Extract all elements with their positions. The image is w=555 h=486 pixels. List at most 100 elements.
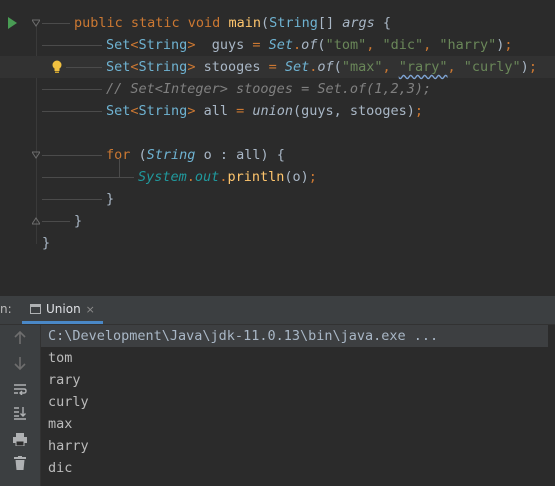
code-text: } bbox=[42, 232, 50, 254]
code-token: ) bbox=[520, 59, 529, 75]
code-token: > bbox=[187, 59, 204, 75]
code-token: "tom" bbox=[325, 37, 367, 53]
code-text: // Set<Integer> stooges = Set.of(1,2,3); bbox=[106, 78, 431, 100]
code-token: Set bbox=[106, 103, 131, 119]
lightbulb-icon[interactable] bbox=[51, 60, 63, 74]
code-token: union bbox=[252, 103, 293, 119]
code-line-guys[interactable]: Set<String> guys = Set.of("tom", "dic", … bbox=[0, 34, 555, 56]
code-token: out bbox=[194, 169, 220, 185]
code-text: Set<String> all = union(guys, stooges); bbox=[106, 100, 423, 122]
code-line-stooges[interactable]: Set<String> stooges = Set.of("max", "rar… bbox=[0, 56, 555, 78]
code-token: , bbox=[366, 37, 383, 53]
code-token: System bbox=[138, 169, 187, 185]
fold-icon[interactable] bbox=[32, 19, 40, 27]
code-line-all[interactable]: Set<String> all = union(guys, stooges); bbox=[0, 100, 555, 122]
code-token: (guys, stooges) bbox=[293, 103, 415, 119]
console-output-line: harry bbox=[48, 438, 89, 454]
tab-union[interactable]: Union × bbox=[22, 297, 103, 324]
code-token: [] bbox=[317, 15, 343, 31]
code-token: o : all) { bbox=[195, 147, 285, 163]
code-token: String bbox=[146, 147, 196, 163]
code-token: , bbox=[423, 37, 440, 53]
code-token: "max" bbox=[341, 59, 383, 75]
code-line-comment[interactable]: // Set<Integer> stooges = Set.of(1,2,3); bbox=[0, 78, 555, 100]
code-token: of bbox=[317, 59, 334, 75]
code-text: } bbox=[74, 210, 82, 232]
code-token: "dic" bbox=[382, 37, 424, 53]
code-token: } bbox=[42, 235, 51, 251]
code-token: { bbox=[374, 15, 392, 31]
code-token: , bbox=[447, 59, 464, 75]
code-token: ; bbox=[308, 169, 317, 185]
fold-end-icon[interactable] bbox=[32, 217, 40, 225]
code-token: "rary" bbox=[398, 59, 448, 75]
code-token: ( bbox=[260, 15, 270, 31]
code-token: of bbox=[301, 37, 318, 53]
fold-icon[interactable] bbox=[32, 151, 40, 159]
code-token: = bbox=[252, 37, 269, 53]
code-token: // Set<Integer> stooges = Set.of(1,2,3); bbox=[106, 81, 432, 97]
soft-wrap-icon[interactable] bbox=[10, 379, 30, 399]
scroll-to-end-icon[interactable] bbox=[10, 403, 30, 423]
code-text: public static void main(String[] args { bbox=[74, 12, 391, 34]
code-token: ; bbox=[414, 103, 424, 119]
code-token: guys bbox=[203, 37, 253, 53]
code-line-close-class[interactable]: } bbox=[0, 232, 555, 254]
code-token: for bbox=[106, 147, 139, 163]
console-output-line: tom bbox=[48, 350, 73, 366]
down-arrow-icon[interactable] bbox=[10, 353, 30, 373]
code-token: String bbox=[138, 103, 188, 119]
code-token: > bbox=[187, 37, 204, 53]
code-token: ; bbox=[528, 59, 537, 75]
console-icon bbox=[30, 304, 41, 314]
code-token: args bbox=[342, 15, 375, 31]
code-token: < bbox=[130, 59, 139, 75]
code-line-close-method[interactable]: } bbox=[0, 210, 555, 232]
code-token: "curly" bbox=[463, 59, 521, 75]
code-token: ( bbox=[138, 147, 147, 163]
code-token: main bbox=[228, 15, 261, 31]
code-token: ( bbox=[333, 59, 342, 75]
code-token: Set bbox=[284, 59, 310, 75]
code-token: } bbox=[74, 213, 83, 229]
code-token: ; bbox=[504, 37, 513, 53]
code-line-close-for[interactable]: } bbox=[0, 188, 555, 210]
code-token: = bbox=[236, 103, 253, 119]
code-token: = bbox=[268, 59, 285, 75]
code-token: > bbox=[187, 103, 204, 119]
code-token: . bbox=[293, 37, 302, 53]
code-text: } bbox=[106, 188, 114, 210]
run-toolbar bbox=[0, 325, 41, 486]
console-output-line: max bbox=[48, 416, 73, 432]
tab-label: Union bbox=[46, 302, 81, 316]
code-editor[interactable]: public static void main(String[] args { … bbox=[0, 0, 555, 296]
console-output-line: rary bbox=[48, 372, 81, 388]
code-token: , bbox=[382, 59, 399, 75]
code-token: "harry" bbox=[439, 37, 497, 53]
code-token: } bbox=[106, 191, 115, 207]
code-token: Set bbox=[106, 37, 131, 53]
code-token: println bbox=[227, 169, 285, 185]
code-token: all bbox=[203, 103, 237, 119]
code-token: String bbox=[138, 59, 188, 75]
code-line-println[interactable]: System.out.println(o); bbox=[0, 158, 555, 188]
code-token: . bbox=[186, 169, 195, 185]
clear-icon[interactable] bbox=[10, 453, 30, 473]
code-token: Set bbox=[268, 37, 294, 53]
console-output[interactable] bbox=[41, 325, 555, 486]
run-tool-window: n: Union × C:\Development\Java\jdk-11.0.… bbox=[0, 296, 555, 486]
print-icon[interactable] bbox=[10, 429, 30, 449]
console-output-line: curly bbox=[48, 394, 89, 410]
code-line-blank[interactable] bbox=[0, 122, 555, 144]
code-token: public static void bbox=[74, 15, 229, 31]
code-text: for (String o : all) { bbox=[106, 144, 285, 166]
close-icon[interactable]: × bbox=[86, 303, 95, 316]
code-token: String bbox=[269, 15, 318, 31]
code-token: < bbox=[130, 37, 139, 53]
code-token: String bbox=[138, 37, 188, 53]
console-command-line: C:\Development\Java\jdk-11.0.13\bin\java… bbox=[41, 325, 548, 347]
code-line-main-signature[interactable]: public static void main(String[] args { bbox=[0, 12, 555, 34]
code-line-for[interactable]: for (String o : all) { bbox=[0, 144, 555, 166]
run-gutter-icon[interactable] bbox=[8, 17, 17, 29]
up-arrow-icon[interactable] bbox=[10, 328, 30, 348]
